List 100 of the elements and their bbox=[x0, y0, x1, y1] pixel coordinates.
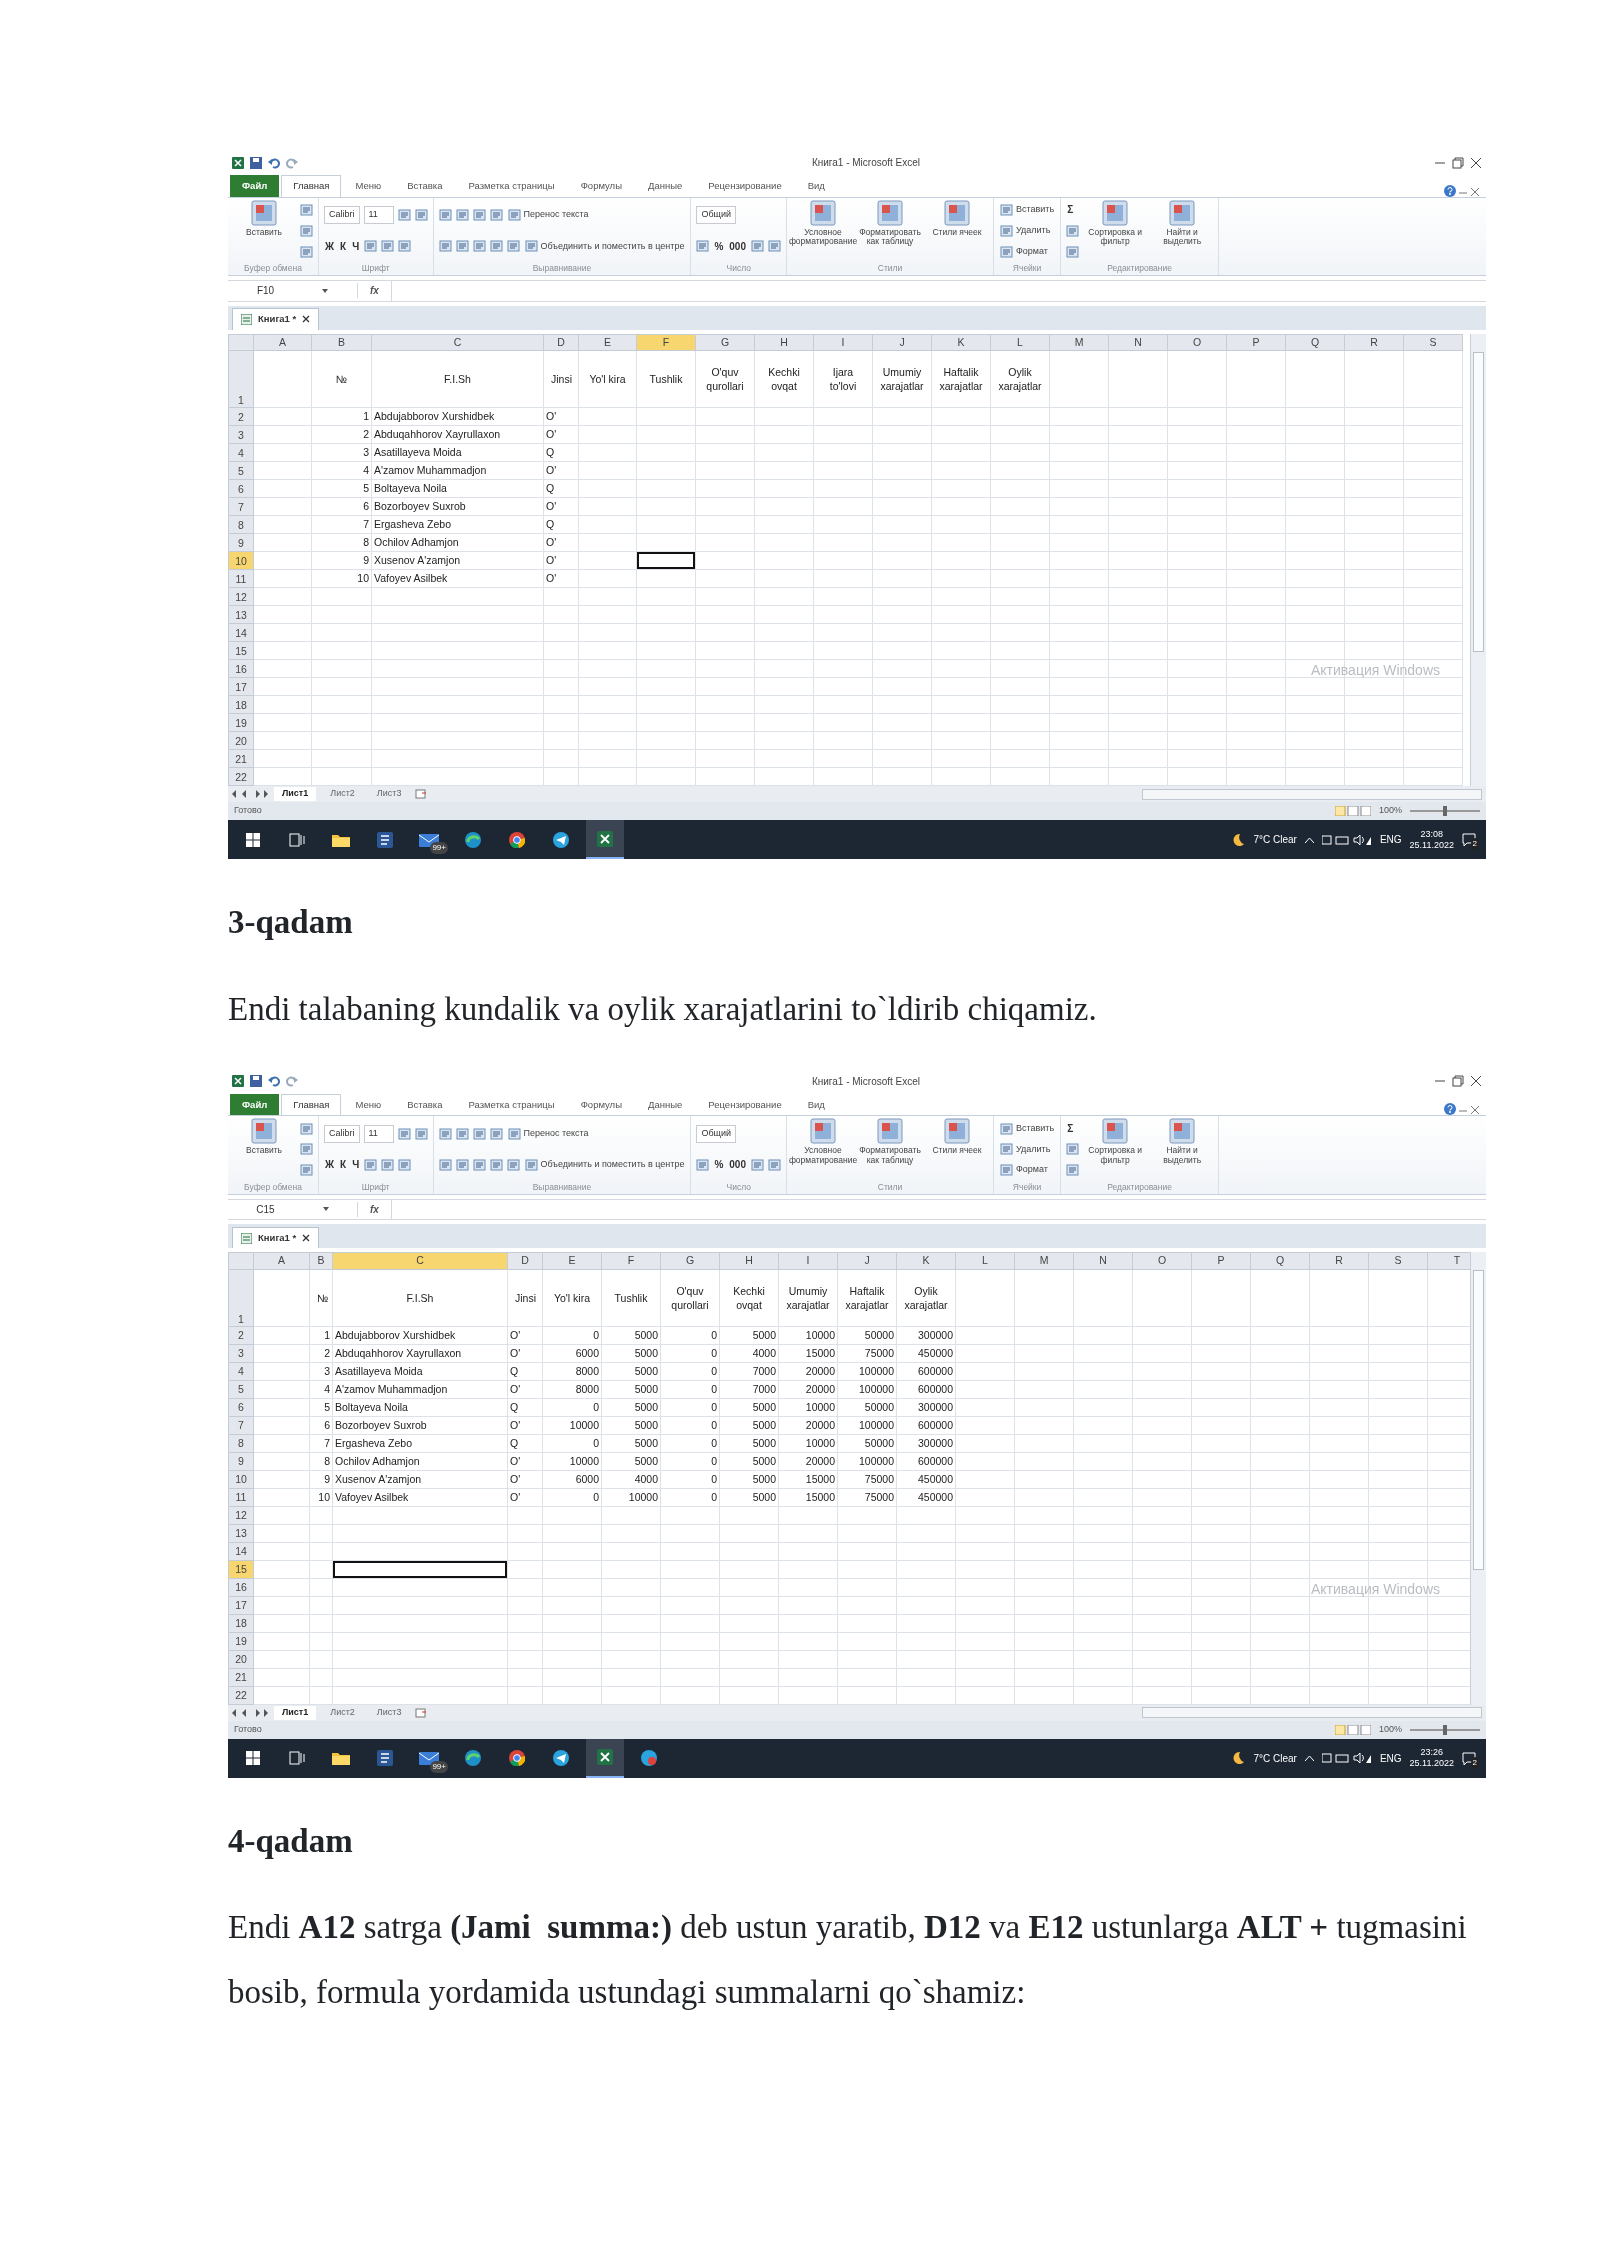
task-view-icon[interactable] bbox=[289, 1751, 305, 1766]
format-button[interactable]: Ч bbox=[351, 1156, 361, 1174]
format-button[interactable]: 000 bbox=[728, 1156, 747, 1174]
format-button[interactable]: % bbox=[713, 1156, 725, 1174]
ribbon-button-label[interactable]: Условное форматирование bbox=[788, 227, 858, 248]
format-button[interactable]: 000 bbox=[728, 237, 747, 255]
document-icon[interactable] bbox=[377, 831, 393, 848]
scrollbar[interactable] bbox=[1470, 333, 1486, 787]
row-header[interactable]: 1 bbox=[228, 350, 254, 408]
ribbon-tab[interactable]: Главная bbox=[281, 175, 342, 197]
ribbon-button[interactable]: Найти и выделить bbox=[1151, 199, 1214, 262]
tool-icon[interactable] bbox=[397, 209, 411, 222]
ribbon-tab[interactable]: Вид bbox=[795, 175, 837, 197]
tool-icon[interactable] bbox=[696, 1158, 710, 1171]
windows-icon[interactable] bbox=[246, 832, 260, 847]
document-icon[interactable] bbox=[377, 1750, 393, 1767]
paper-plane-icon[interactable] bbox=[553, 831, 569, 848]
weather-text[interactable]: 7°C Clear bbox=[1253, 1750, 1297, 1766]
ribbon-tab[interactable]: Меню bbox=[343, 175, 394, 197]
tool-icon[interactable] bbox=[414, 1127, 428, 1140]
name-box[interactable]: F10 bbox=[256, 283, 275, 299]
tool-icon[interactable] bbox=[768, 240, 781, 253]
save-icon[interactable] bbox=[250, 1075, 262, 1088]
moon-icon[interactable] bbox=[1231, 832, 1246, 847]
ribbon-button-label[interactable]: Удалить bbox=[1016, 1142, 1051, 1157]
ribbon-button-label[interactable]: Найти и выделить bbox=[1151, 1146, 1214, 1166]
ribbon-button[interactable]: Вставить bbox=[999, 202, 1056, 218]
column-header[interactable]: O bbox=[1132, 1252, 1192, 1270]
caret-icon[interactable] bbox=[322, 288, 329, 293]
tool-icon[interactable] bbox=[489, 1158, 503, 1171]
clock[interactable]: 23:26 25.11.2022 bbox=[1409, 1747, 1454, 1769]
tile-icon[interactable] bbox=[1169, 199, 1196, 226]
ribbon-tab[interactable]: Данные bbox=[636, 175, 695, 197]
dropdown-field[interactable]: Общий bbox=[696, 206, 737, 224]
tool-icon[interactable] bbox=[472, 1158, 486, 1171]
tool-icon[interactable] bbox=[696, 240, 710, 253]
spreadsheet-icon[interactable] bbox=[232, 1075, 244, 1088]
tool-icon[interactable] bbox=[398, 1158, 412, 1171]
column-header[interactable]: B bbox=[309, 1252, 333, 1270]
tool-icon[interactable] bbox=[1066, 1143, 1080, 1156]
ribbon-button[interactable]: Форматировать как таблицу bbox=[859, 1118, 921, 1181]
tile-icon[interactable] bbox=[1102, 199, 1129, 226]
dropdown-field[interactable]: Calibri bbox=[324, 206, 360, 224]
tool-icon[interactable] bbox=[438, 1127, 452, 1140]
format-button[interactable]: Σ bbox=[1066, 201, 1075, 219]
format-button[interactable]: К bbox=[339, 237, 348, 255]
circle-icon[interactable] bbox=[641, 1750, 657, 1767]
folder-icon[interactable] bbox=[332, 1751, 350, 1766]
column-header[interactable]: E bbox=[542, 1252, 602, 1270]
swirl-icon[interactable] bbox=[465, 1750, 481, 1767]
column-header[interactable]: R bbox=[1309, 1252, 1369, 1270]
tool-icon[interactable] bbox=[1066, 1164, 1080, 1177]
column-header[interactable]: Q bbox=[1250, 1252, 1310, 1270]
tool-icon[interactable] bbox=[751, 240, 764, 253]
dropdown-field[interactable]: 11 bbox=[363, 206, 394, 224]
slider-thumb[interactable] bbox=[1443, 806, 1447, 817]
spreadsheet-icon[interactable] bbox=[597, 1749, 613, 1766]
ribbon-tab[interactable]: Вставка bbox=[395, 1093, 455, 1116]
close-icon[interactable] bbox=[1470, 1075, 1482, 1088]
ribbon-tab[interactable]: Разметка страницы bbox=[456, 175, 567, 197]
tool-icon[interactable] bbox=[455, 240, 469, 253]
tool-icon[interactable] bbox=[364, 1158, 378, 1171]
column-header[interactable]: N bbox=[1108, 334, 1168, 351]
scrollbar[interactable] bbox=[1142, 1707, 1482, 1719]
sheet-tab[interactable]: Лист1 bbox=[274, 1706, 317, 1720]
notification-button[interactable]: 2 bbox=[1462, 1750, 1476, 1766]
sheet-tab[interactable]: Лист1 bbox=[274, 787, 317, 801]
column-header[interactable]: N bbox=[1073, 1252, 1133, 1270]
page-views-icon[interactable] bbox=[1334, 1724, 1371, 1735]
tool-icon[interactable] bbox=[506, 240, 520, 253]
tile-icon[interactable] bbox=[810, 199, 836, 226]
restore-icon[interactable] bbox=[1452, 156, 1464, 169]
spreadsheet-icon[interactable] bbox=[232, 156, 244, 169]
function-button[interactable]: fx bbox=[364, 283, 385, 299]
column-header[interactable]: Q bbox=[1285, 334, 1345, 351]
tool-icon[interactable] bbox=[507, 209, 521, 222]
ribbon-button-label[interactable]: Форматировать как таблицу bbox=[859, 1146, 921, 1166]
ribbon-button-label[interactable]: Вставить bbox=[1016, 203, 1055, 217]
ribbon-button-label[interactable]: Найти и выделить bbox=[1151, 227, 1214, 248]
help-icon[interactable] bbox=[1444, 1103, 1456, 1116]
column-header[interactable]: F bbox=[601, 1252, 661, 1270]
column-header[interactable]: P bbox=[1226, 334, 1286, 351]
ribbon-button[interactable]: Вставить bbox=[999, 1120, 1056, 1137]
tool-icon[interactable] bbox=[414, 209, 428, 222]
ribbon-button-label[interactable]: Стили ячеек bbox=[932, 227, 982, 238]
column-header[interactable]: O bbox=[1167, 334, 1227, 351]
dropdown-field[interactable]: Общий bbox=[696, 1125, 737, 1143]
language-indicator[interactable]: ENG bbox=[1379, 832, 1402, 847]
zoom-level[interactable]: 100% bbox=[1378, 1722, 1402, 1737]
close-icon[interactable] bbox=[1470, 156, 1482, 169]
tool-icon[interactable] bbox=[455, 1158, 469, 1171]
ribbon-button[interactable]: Удалить bbox=[999, 223, 1052, 239]
ribbon-button-label[interactable]: Сортировка и фильтр bbox=[1084, 227, 1147, 248]
tool-icon[interactable] bbox=[489, 1127, 503, 1140]
column-header[interactable]: H bbox=[754, 334, 814, 351]
column-header[interactable]: M bbox=[1014, 1252, 1074, 1270]
tool-icon[interactable] bbox=[300, 224, 313, 237]
column-header[interactable]: F bbox=[636, 334, 696, 351]
tool-icon[interactable] bbox=[1066, 245, 1080, 258]
ribbon-button-label[interactable]: Формат bbox=[1016, 1163, 1048, 1177]
